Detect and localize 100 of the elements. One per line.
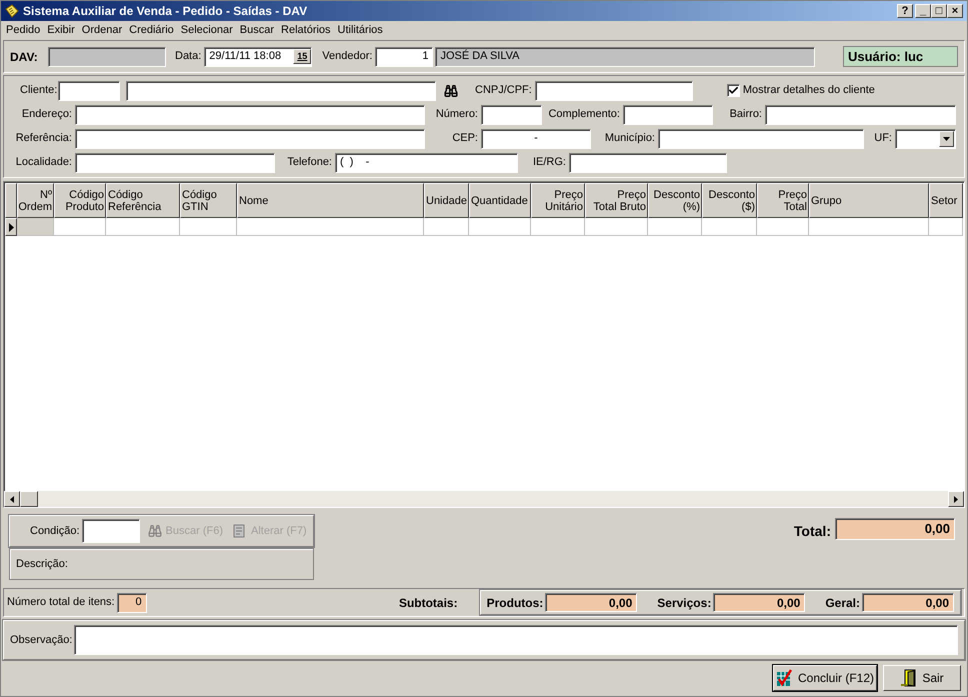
field-label: CEP:	[451, 131, 478, 146]
table-cell[interactable]	[180, 218, 237, 236]
right-arrow-icon	[954, 496, 958, 502]
column-header[interactable]: Preço Total	[757, 183, 809, 218]
checked-sheet-icon	[776, 669, 794, 687]
input-field[interactable]	[58, 80, 120, 100]
table-cell[interactable]	[531, 218, 585, 236]
door-icon	[900, 669, 918, 687]
table-cell[interactable]	[929, 218, 963, 236]
table-cell[interactable]	[106, 218, 180, 236]
input-field[interactable]	[765, 104, 956, 124]
table-cell[interactable]	[54, 218, 106, 236]
input-field[interactable]: ( ) -	[335, 152, 518, 172]
input-field[interactable]: -	[481, 128, 591, 148]
table-cell[interactable]	[424, 218, 469, 236]
table-cell[interactable]	[757, 218, 809, 236]
input-field[interactable]	[481, 104, 542, 124]
input-field[interactable]	[75, 152, 275, 172]
table-cell[interactable]	[237, 218, 424, 236]
input-field[interactable]	[75, 128, 425, 148]
field-label: Número total de itens:	[7, 595, 115, 610]
input-field[interactable]	[82, 519, 140, 543]
column-header[interactable]: Código Referência	[106, 183, 180, 218]
window-control-button[interactable]: ?	[897, 4, 913, 18]
confirm-button[interactable]: Concluir (F12)	[773, 665, 877, 691]
column-header[interactable]: Setor	[929, 183, 963, 218]
horizontal-scrollbar[interactable]	[4, 491, 964, 507]
column-header[interactable]: Código Produto	[54, 183, 106, 218]
exit-button[interactable]: Sair	[883, 665, 961, 691]
menu-item[interactable]: Crediário	[126, 22, 177, 39]
column-header[interactable]: Nome	[237, 183, 424, 218]
table-cell[interactable]	[585, 218, 648, 236]
menu-item[interactable]: Ordenar	[78, 22, 126, 39]
scroll-thumb[interactable]	[20, 491, 38, 507]
column-header[interactable]: Unidade	[424, 183, 469, 218]
menu-item[interactable]: Exibir	[44, 22, 78, 39]
table-cell[interactable]	[702, 218, 757, 236]
column-header[interactable]: Preço Unitário	[531, 183, 585, 218]
column-header[interactable]: Grupo	[809, 183, 929, 218]
scroll-right-button[interactable]	[948, 491, 964, 507]
column-header[interactable]: Código GTIN	[180, 183, 237, 218]
date-value: 29/11/11 18:08	[209, 49, 282, 64]
user-badge: Usuário: luc	[843, 46, 958, 67]
menu-item[interactable]: Relatórios	[278, 22, 334, 39]
binoculars-icon	[444, 84, 458, 98]
menu-item[interactable]: Pedido	[3, 22, 44, 39]
field-label: Bairro:	[728, 107, 762, 122]
field-label: Cliente:	[19, 83, 56, 98]
column-header[interactable]: Nº Ordem	[17, 183, 54, 218]
search-button[interactable]	[443, 84, 459, 98]
field-label: Município:	[604, 131, 655, 146]
input-field[interactable]	[623, 104, 713, 124]
field-label: Endereço:	[20, 107, 72, 122]
column-header[interactable]: Quantidade	[469, 183, 531, 218]
calendar-button[interactable]: 15	[293, 49, 312, 64]
input-field[interactable]	[126, 80, 436, 100]
menu-item[interactable]: Buscar	[236, 22, 278, 39]
field-label: Localidade:	[14, 155, 72, 170]
input-field[interactable]	[534, 80, 693, 100]
input-field[interactable]	[658, 128, 864, 148]
field-label: Geral:	[825, 594, 860, 612]
input-field[interactable]	[569, 152, 727, 172]
window-control-button[interactable]: ×	[947, 4, 963, 18]
menu-item[interactable]: Selecionar	[178, 22, 236, 39]
notepad-icon	[5, 4, 19, 18]
field-label: Total:	[794, 522, 831, 541]
window-control-button[interactable]: _	[915, 4, 931, 18]
field-label: CNPJ/CPF:	[475, 83, 532, 98]
input-field[interactable]	[75, 104, 425, 124]
vendor-code-field[interactable]: 1	[375, 46, 434, 66]
window-control-button[interactable]: □	[931, 4, 947, 18]
dav-field[interactable]	[48, 46, 166, 66]
items-count-field[interactable]: 0	[116, 592, 147, 612]
subtotal-field[interactable]: 0,00	[862, 593, 954, 612]
state-select[interactable]	[895, 128, 956, 148]
field-label: Subtotais:	[398, 594, 458, 612]
document-icon	[231, 523, 248, 539]
table-cell[interactable]	[17, 218, 54, 236]
left-arrow-icon	[10, 496, 14, 502]
table-cell[interactable]	[648, 218, 702, 236]
subtotal-field[interactable]: 0,00	[713, 593, 806, 612]
details-checkbox[interactable]	[726, 84, 740, 97]
column-header[interactable]: Desconto (%)	[648, 183, 702, 218]
table-cell[interactable]	[469, 218, 531, 236]
caret-icon	[943, 136, 950, 140]
field-label: Data:	[175, 49, 202, 64]
field-label: Mostrar detalhes do cliente	[742, 83, 875, 98]
current-row-icon	[8, 222, 14, 232]
field-label: Descrição:	[16, 556, 68, 572]
table-cell[interactable]	[809, 218, 929, 236]
dropdown-button[interactable]	[939, 130, 954, 146]
date-field[interactable]: 29/11/11 18:08 15	[204, 46, 312, 66]
total-field[interactable]: 0,00	[835, 518, 955, 540]
subtotal-field[interactable]: 0,00	[545, 593, 638, 612]
vendor-name-field[interactable]: JOSÉ DA SILVA	[435, 46, 816, 66]
column-header[interactable]: Preço Total Bruto	[585, 183, 648, 218]
observation-field[interactable]	[74, 625, 958, 655]
scroll-left-button[interactable]	[4, 491, 20, 507]
menu-item[interactable]: Utilitários	[334, 22, 386, 39]
column-header[interactable]: Desconto ($)	[702, 183, 757, 218]
